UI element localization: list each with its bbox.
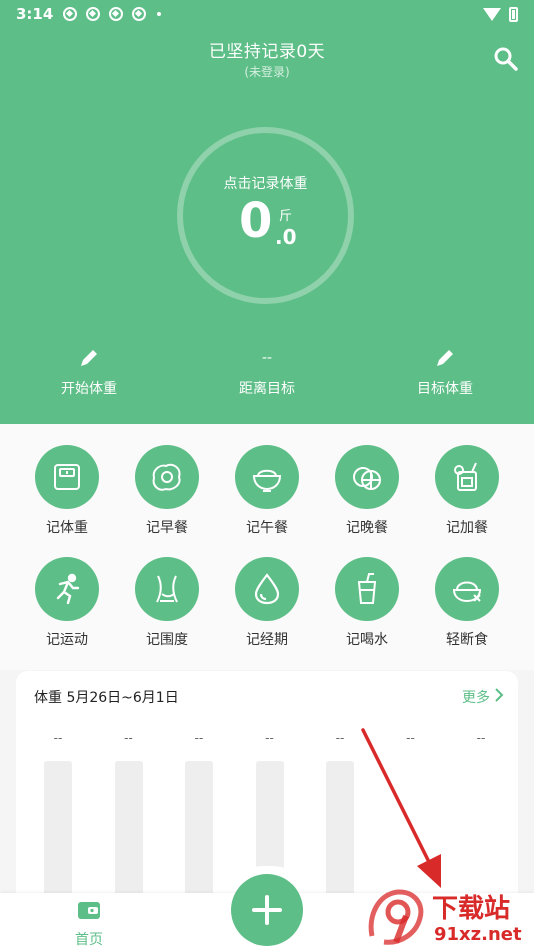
page-title: 已坚持记录0天 — [208, 42, 326, 62]
action-label: 记体重 — [46, 520, 88, 536]
action-label: 记经期 — [246, 632, 288, 648]
action-record-dinner[interactable]: 记晚餐 — [317, 445, 417, 537]
action-record-period[interactable]: 记经期 — [217, 557, 317, 649]
search-icon[interactable] — [493, 46, 519, 72]
login-status[interactable]: (未登录) — [0, 63, 534, 80]
bar-value-label: -- — [265, 731, 274, 745]
bar-value-label: -- — [194, 731, 204, 745]
action-label: 记晚餐 — [346, 520, 388, 536]
fasting-bowl-icon — [435, 557, 499, 621]
distance-label: 距离目标 — [239, 381, 295, 397]
lemon-icon — [335, 445, 399, 509]
nav-home-label: 首页 — [75, 932, 103, 948]
status-bar: 3:14 — [0, 0, 534, 28]
target-weight-label: 目标体重 — [417, 381, 473, 397]
bar-value-label: -- — [335, 731, 345, 745]
start-weight-button[interactable]: 开始体重 — [19, 346, 159, 398]
drink-icon — [435, 445, 499, 509]
wifi-icon — [483, 7, 501, 21]
action-grid: 记体重 记早餐 记午餐 记晚餐 记加餐 记运动 记围度 记经期 记喝水 轻断食 — [0, 424, 534, 670]
scale-icon — [35, 445, 99, 509]
distance-value: -- — [261, 350, 273, 366]
drop-icon — [235, 557, 299, 621]
action-label: 记运动 — [46, 632, 88, 648]
bar-value-label: -- — [476, 731, 486, 745]
distance-to-goal: -- 距离目标 — [197, 346, 337, 398]
annotation-arrow — [355, 726, 455, 896]
action-label: 记加餐 — [446, 520, 488, 536]
weight-unit: 斤 — [279, 209, 293, 224]
weight-stats: 开始体重 -- 距离目标 目标体重 — [0, 346, 534, 406]
status-time: 3:14 — [16, 5, 54, 23]
notification-icon — [63, 7, 78, 21]
action-record-exercise[interactable]: 记运动 — [17, 557, 117, 649]
wallet-icon — [60, 899, 118, 925]
action-intermittent-fasting[interactable]: 轻断食 — [417, 557, 517, 649]
action-record-lunch[interactable]: 记午餐 — [217, 445, 317, 537]
start-weight-label: 开始体重 — [61, 381, 117, 397]
action-record-snack[interactable]: 记加餐 — [417, 445, 517, 537]
cup-icon — [335, 557, 399, 621]
action-record-girth[interactable]: 记围度 — [117, 557, 217, 649]
fried-egg-icon — [135, 445, 199, 509]
pencil-icon — [19, 346, 159, 370]
add-record-button[interactable] — [231, 874, 303, 946]
more-notifications-icon — [157, 12, 162, 16]
nav-home[interactable]: 首页 — [60, 899, 118, 949]
more-link[interactable]: 更多 — [462, 687, 504, 707]
waist-icon — [135, 557, 199, 621]
watermark: 下载站 91xz.net — [364, 886, 534, 950]
watermark-text: 下载站 — [432, 894, 511, 924]
bar-value-label: -- — [124, 731, 133, 745]
pencil-icon — [375, 346, 515, 370]
more-label: 更多 — [462, 690, 490, 706]
watermark-logo-icon — [368, 889, 424, 945]
running-icon — [35, 557, 99, 621]
chevron-right-icon — [494, 688, 504, 706]
action-label: 记喝水 — [346, 632, 388, 648]
header-panel: 3:14 已坚持记录0天 (未登录) 点击记录体重 0 斤 .0 开始体重 --… — [0, 0, 534, 424]
chart-title: 体重 5月26日~6月1日 — [34, 690, 179, 706]
action-label: 记围度 — [146, 632, 188, 648]
notification-icon — [132, 7, 147, 21]
bar-value-label: -- — [53, 731, 63, 745]
battery-icon — [509, 6, 518, 22]
watermark-url: 91xz.net — [434, 924, 522, 945]
weight-decimal: .0 — [275, 225, 297, 249]
notification-icon — [109, 7, 124, 21]
target-weight-button[interactable]: 目标体重 — [375, 346, 515, 398]
record-weight-label: 点击记录体重 — [223, 176, 308, 192]
action-label: 记午餐 — [246, 520, 288, 536]
action-record-breakfast[interactable]: 记早餐 — [117, 445, 217, 537]
action-label: 记早餐 — [146, 520, 188, 536]
record-weight-circle[interactable]: 点击记录体重 0 斤 .0 — [177, 127, 354, 304]
rice-bowl-icon — [235, 445, 299, 509]
plus-icon — [252, 895, 282, 925]
action-label: 轻断食 — [446, 632, 488, 648]
action-record-weight[interactable]: 记体重 — [17, 445, 117, 537]
action-record-water[interactable]: 记喝水 — [317, 557, 417, 649]
weight-value: 0 — [239, 193, 273, 249]
notification-icon — [86, 7, 101, 21]
